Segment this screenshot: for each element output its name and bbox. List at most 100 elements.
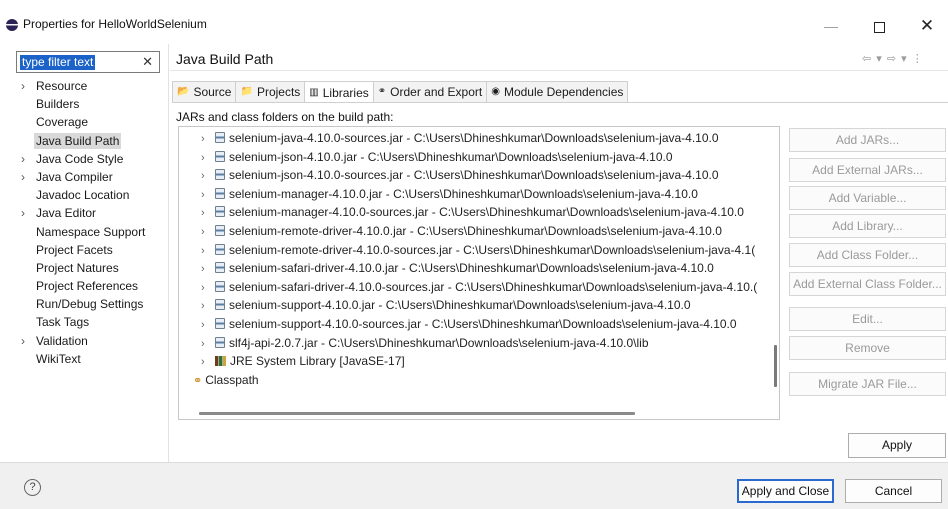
help-icon[interactable]: ? [24,479,41,496]
list-item[interactable]: › selenium-json-4.10.0-sources.jar - C:\U… [201,166,719,185]
remove-button[interactable]: Remove [789,336,946,360]
chevron-right-icon[interactable]: › [201,242,215,261]
cancel-button[interactable]: Cancel [845,479,942,503]
page-title: Java Build Path [176,51,274,67]
libraries-tree[interactable]: › selenium-java-4.10.0-sources.jar - C:\U… [178,126,780,420]
chevron-right-icon[interactable]: › [201,186,215,205]
list-item[interactable]: › selenium-remote-driver-4.10.0-sources.j… [201,241,755,260]
nav-item[interactable]: › Java Code Style [20,150,165,168]
chevron-right-icon[interactable]: › [201,130,215,149]
list-item[interactable]: › selenium-safari-driver-4.10.0-sources.j… [201,278,757,297]
close-button[interactable]: ✕ [904,12,948,42]
add-external-jars-button[interactable]: Add External JARs... [789,158,946,182]
chevron-right-icon[interactable]: › [21,168,25,186]
build-path-tabs: 📂 Source 📁 Projects ▥ Libraries ⚭ Order and Exp… [172,81,629,103]
list-item-label: selenium-safari-driver-4.10.0.jar - C:\U… [229,261,714,276]
list-item[interactable]: › selenium-support-4.10.0.jar - C:\Users\… [201,296,691,315]
filter-text[interactable]: type filter text [20,55,96,70]
apply-and-close-button[interactable]: Apply and Close [737,479,834,503]
add-external-class-folder-button[interactable]: Add External Class Folder... [789,272,946,296]
nav-item[interactable]: › Resource [20,77,165,95]
add-variable-button[interactable]: Add Variable... [789,186,946,210]
nav-item[interactable]: Run/Debug Settings [20,295,165,313]
list-item[interactable]: › selenium-java-4.10.0-sources.jar - C:\U… [201,129,719,148]
chevron-right-icon[interactable]: › [201,149,215,168]
minimize-button[interactable]: — [808,12,854,42]
nav-item-label: Java Editor [36,206,97,221]
chevron-right-icon[interactable]: › [201,335,215,354]
jar-icon [215,225,225,236]
chevron-right-icon[interactable]: › [201,279,215,298]
chevron-right-icon[interactable]: › [201,353,215,372]
filter-input[interactable]: type filter text ✕ [16,51,160,73]
sash-divider[interactable] [168,44,169,462]
apply-button[interactable]: Apply [848,433,946,458]
tab-label: Libraries [322,85,369,100]
nav-item[interactable]: Project Natures [20,259,165,277]
chevron-right-icon[interactable]: › [201,260,215,279]
chevron-right-icon[interactable]: › [201,223,215,242]
nav-item[interactable]: › Validation [20,332,165,350]
list-item[interactable]: › selenium-manager-4.10.0.jar - C:\Users\… [201,185,698,204]
vertical-scrollbar-thumb[interactable] [774,345,777,387]
nav-item-label: Javadoc Location [36,188,130,203]
tab-module-dependencies[interactable]: ◉ Module Dependencies [486,81,629,102]
nav-item[interactable]: Javadoc Location [20,186,165,204]
list-item[interactable]: › selenium-json-4.10.0.jar - C:\Users\Dhi… [201,148,673,167]
chevron-right-icon[interactable]: › [201,316,215,335]
tab-order-and-export[interactable]: ⚭ Order and Export [372,81,488,102]
property-pages-tree: › Resource Builders Coverage Java Build Path… [20,77,165,368]
edit-button[interactable]: Edit... [789,307,946,331]
history-nav-icons[interactable]: ⇦ ▾ ⇨ ▾ ⋮ [862,52,924,65]
nav-item[interactable]: › Java Editor [20,204,165,222]
chevron-right-icon[interactable]: › [21,204,25,222]
tab-projects[interactable]: 📁 Projects [235,81,306,102]
list-item[interactable]: › selenium-manager-4.10.0-sources.jar - C… [201,203,744,222]
list-item[interactable]: › selenium-remote-driver-4.10.0.jar - C:\… [201,222,722,241]
jar-icon [215,132,225,143]
nav-item[interactable]: Project References [20,277,165,295]
tab-source[interactable]: 📂 Source [172,81,237,102]
library-icon [215,356,226,367]
add-jars-button[interactable]: Add JARs... [789,128,946,152]
nav-item[interactable]: Project Facets [20,241,165,259]
migrate-jar-file-button[interactable]: Migrate JAR File... [789,372,946,396]
list-item-label: JRE System Library [JavaSE-17] [230,354,405,369]
add-class-folder-button[interactable]: Add Class Folder... [789,243,946,267]
maximize-icon [873,21,885,33]
add-library-button[interactable]: Add Library... [789,214,946,238]
nav-item[interactable]: Java Build Path [20,132,165,150]
clear-filter-icon[interactable]: ✕ [142,54,153,70]
list-item[interactable]: › selenium-safari-driver-4.10.0.jar - C:\… [201,259,714,278]
list-item-label: selenium-remote-driver-4.10.0-sources.ja… [229,242,756,257]
list-item[interactable]: › slf4j-api-2.0.7.jar - C:\Users\Dhineshk… [201,334,649,353]
chevron-right-icon[interactable]: › [201,167,215,186]
section-label: JARs and class folders on the build path… [176,110,394,124]
jar-icon [215,336,225,348]
tab-libraries[interactable]: ▥ Libraries [304,81,374,103]
nav-item-label: Project References [36,279,139,294]
nav-item[interactable]: › Java Compiler [20,168,165,186]
horizontal-scrollbar-thumb[interactable] [199,412,635,415]
list-item-label: selenium-java-4.10.0-sources.jar - C:\Us… [229,131,719,145]
chevron-right-icon[interactable]: › [201,204,215,223]
chevron-right-icon[interactable]: › [21,150,25,168]
nav-item[interactable]: WikiText [20,350,165,368]
nav-item[interactable]: Coverage [20,113,165,131]
nav-item-label: Java Code Style [36,151,124,166]
maximize-button[interactable] [856,12,902,42]
list-item-label: selenium-json-4.10.0.jar - C:\Users\Dhin… [229,149,673,164]
nav-item[interactable]: Task Tags [20,313,165,331]
nav-item[interactable]: Builders [20,95,165,113]
title-bar: Properties for HelloWorldSelenium — ✕ [0,0,948,44]
list-item-label: selenium-json-4.10.0-sources.jar - C:\Us… [229,168,719,183]
nav-item[interactable]: Namespace Support [20,223,165,241]
list-item[interactable]: › selenium-support-4.10.0-sources.jar - C… [201,315,737,334]
chevron-right-icon[interactable]: › [201,297,215,316]
chevron-right-icon[interactable]: › [21,77,25,95]
jar-icon [215,243,225,255]
list-item[interactable]: › JRE System Library [JavaSE-17] [201,352,405,371]
eclipse-icon [6,19,18,31]
list-item[interactable]: ⚭ Classpath [193,371,259,390]
chevron-right-icon[interactable]: › [21,332,25,350]
